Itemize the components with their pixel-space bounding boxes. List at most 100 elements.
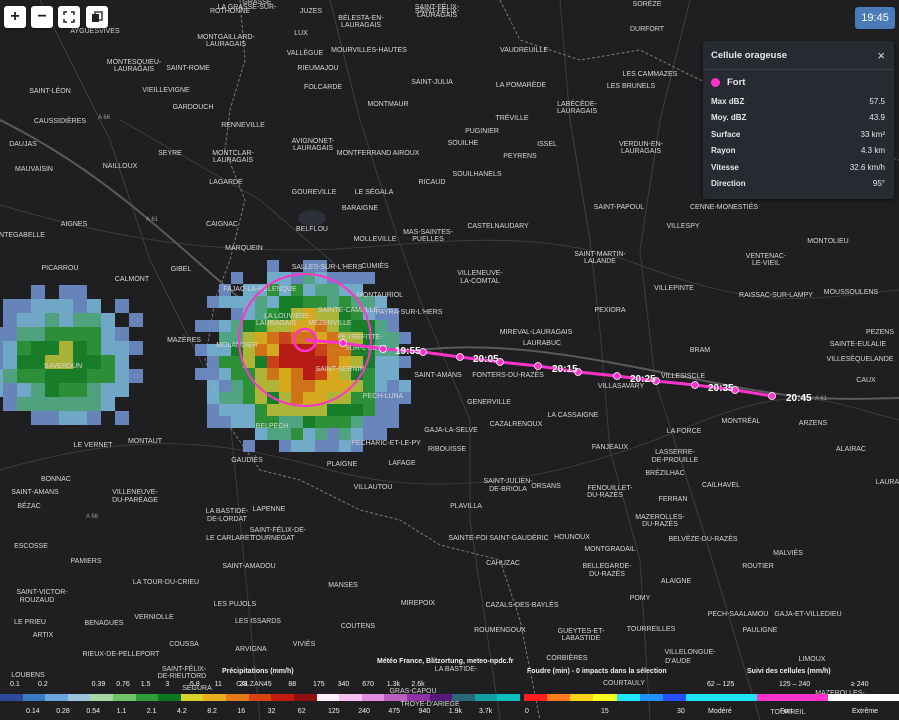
radar-cell [87,299,101,313]
place-label: ARZENS [799,420,828,427]
radar-cell [303,440,315,452]
radar-cell [101,355,115,369]
radar-cell [363,380,375,392]
zoom-in-button[interactable]: + [4,6,26,28]
time-button[interactable]: 19:45 [855,7,895,29]
place-label: LAFAGE [388,460,416,467]
place-label: MONTAURIOL [357,292,403,299]
track-point [691,381,699,389]
radar-cell [129,341,143,355]
radar-cell [339,272,351,284]
radar-cell [303,380,315,392]
radar-cell [339,392,351,404]
radar-cell [351,392,363,404]
place-label: SAINT-PAPOUL [594,204,645,211]
radar-cell [219,392,231,404]
close-icon[interactable]: × [877,48,885,63]
radar-cell [351,404,363,416]
place-label: MONTGRADAIL [584,546,635,553]
layers-button[interactable] [86,6,108,28]
place-label: LA-COMTAL [460,278,500,285]
precip-bottom-label: 62 [297,708,306,715]
panel-row-key: Rayon [711,146,736,156]
radar-cell [73,369,87,383]
place-label: SOUILHANELS [452,171,501,178]
panel-row: Vitesse 32.6 km/h [703,159,894,176]
place-label: BELLEGARDE- [582,563,632,570]
place-label: BELPECH [256,423,289,430]
radar-cell [73,411,87,425]
radar-cell [231,308,243,320]
radar-cell [279,368,291,380]
place-label: VENTENAC- [746,253,787,260]
radar-cell [115,327,129,341]
track-time-label: 20:35 [708,383,734,394]
radar-cell [399,380,411,392]
panel-rows: Max dBZ 57.5 Moy. dBZ 43.9 Surface 33 km² Rayo… [703,93,894,192]
place-label: LUX [294,30,308,37]
radar-cell [231,392,243,404]
place-label: LALANDE [584,258,616,265]
place-label: ISSEL [537,141,557,148]
zoom-out-label: − [37,8,47,25]
radar-cell [3,327,17,341]
radar-cell [303,284,315,296]
radar-cell [31,397,45,411]
place-label: ROUTIER [742,563,774,570]
place-label: MOLANDIER [216,342,258,349]
place-label: LA CASSAIGNE [548,412,599,419]
place-label: MALVIÈS [773,548,803,557]
radar-cell [387,332,399,344]
place-label: DU-RAZÈS [587,490,623,499]
lightning-swatch [593,694,618,701]
panel-row-value: 32.6 km/h [849,162,885,172]
zoom-out-button[interactable]: − [31,6,53,28]
radar-cell [327,416,339,428]
radar-cell [31,341,45,355]
place-label: MONTCLAR- [212,150,254,157]
place-label: LAURAGAIS [293,145,333,152]
place-label: LAURAGAIS [256,320,296,327]
place-label: RAISSAC-SUR-LAMPY [739,292,813,299]
radar-cell [243,440,255,452]
category-dot-icon [711,78,720,87]
radar-cell [375,380,387,392]
place-label: PAULIGNE [743,627,778,634]
radar-cell [351,320,363,332]
radar-cell [363,404,375,416]
place-label: MONTRÉAL [722,416,761,425]
place-label: SAINTE-EULALIE [830,341,887,348]
place-label: HOUNOUX [554,534,590,541]
road-label-a61: A 61 [146,217,159,223]
radar-cell [115,355,129,369]
place-label: COUTENS [341,623,376,630]
radar-cell [387,356,399,368]
panel-row-value: 33 km² [860,129,885,139]
precip-top-label: 670 [362,681,374,688]
radar-cell [45,369,59,383]
panel-row-key: Direction [711,179,746,189]
precip-top-label: 23 [239,681,247,688]
precip-swatch [497,694,521,701]
radar-cell [315,440,327,452]
radar-cell [363,428,375,440]
radar-cell [73,327,87,341]
place-label: DE-PROUILLE [652,457,699,464]
fullscreen-button[interactable] [58,6,80,28]
radar-cell [17,383,31,397]
place-label: PECH-SAALAMOU [708,611,769,618]
radar-cell [3,383,17,397]
precip-bottom-label: 4.2 [177,708,187,715]
radar-cell [267,332,279,344]
radar-cell [31,383,45,397]
place-label: MAZEROLLES- [635,514,685,521]
place-label: BRAM [690,347,710,354]
place-label: LES CAMMAZES [623,71,678,78]
place-label: ALAIGNE [661,578,692,585]
radar-cell [45,313,59,327]
copy-icon [92,11,103,22]
radar-cell [207,416,219,428]
place-label: LA FORCE [667,428,702,435]
track-point [534,362,542,370]
precip-swatch [339,694,363,701]
